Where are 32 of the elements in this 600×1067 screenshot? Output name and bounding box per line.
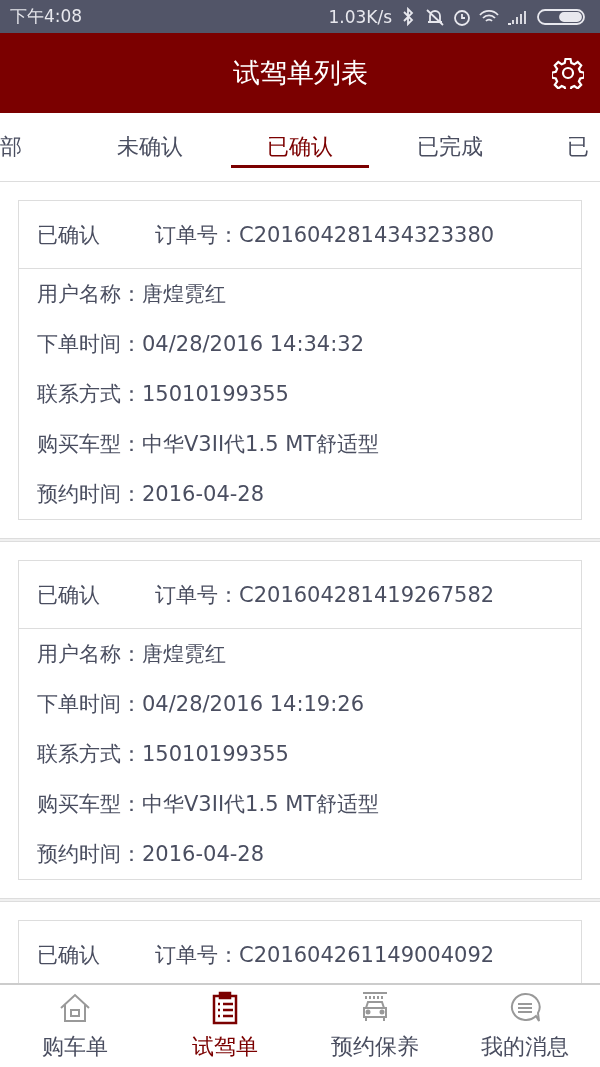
order-field: 购买车型：中华V3II代1.5 MT舒适型	[37, 430, 380, 458]
nav-item[interactable]: 试驾单	[150, 985, 300, 1067]
nav-item[interactable]: 我的消息	[450, 985, 600, 1067]
page-title: 试驾单列表	[232, 56, 368, 90]
order-status: 已确认	[37, 942, 101, 969]
order-number: 订单号：C201604281434323380	[155, 221, 495, 249]
nav-item[interactable]: 购车单	[0, 985, 150, 1067]
order-field: 下单时间：04/28/2016 14:34:32	[37, 330, 365, 358]
order-field: 联系方式：15010199355	[37, 740, 289, 768]
tab[interactable]: 已确认	[267, 132, 333, 162]
order-card[interactable]: 已确认 订单号：C201604281434323380 用户名称：唐煌霓红 下单时间：04/28/2016 14:34:32 联系方式：15010199355 购买车型：中华V3II代1.5 MT舒适型 预约时间：2016-04-28	[18, 200, 582, 520]
network-speed: 1.03K/s	[328, 6, 392, 27]
order-number: 订单号：C201604261149004092	[155, 942, 495, 969]
tab[interactable]: 已完成	[417, 132, 483, 162]
order-field: 用户名称：唐煌霓红	[37, 280, 226, 308]
order-field: 预约时间：2016-04-28	[37, 480, 265, 508]
order-number: 订单号：C201604281419267582	[155, 581, 495, 609]
order-field: 用户名称：唐煌霓红	[37, 640, 226, 668]
tab[interactable]: 未确认	[117, 132, 183, 162]
settings-icon[interactable]	[552, 57, 584, 89]
order-field: 购买车型：中华V3II代1.5 MT舒适型	[37, 790, 380, 818]
nav-item[interactable]: 预约保养	[300, 985, 450, 1067]
tab[interactable]: 已	[567, 132, 589, 162]
order-field: 预约时间：2016-04-28	[37, 840, 265, 868]
order-card[interactable]: 已确认 订单号：C201604261149004092	[18, 920, 582, 983]
order-field: 联系方式：15010199355	[37, 380, 289, 408]
order-status: 已确认	[37, 221, 101, 249]
order-card[interactable]: 已确认 订单号：C201604281419267582 用户名称：唐煌霓红 下单时间：04/28/2016 14:19:26 联系方式：15010199355 购买车型：中华V3II代1.5 MT舒适型 预约时间：2016-04-28	[18, 560, 582, 880]
tab[interactable]: 部	[0, 132, 22, 162]
status-time: 下午4:08	[10, 5, 83, 28]
order-field: 下单时间：04/28/2016 14:19:26	[37, 690, 365, 718]
order-status: 已确认	[37, 581, 101, 609]
